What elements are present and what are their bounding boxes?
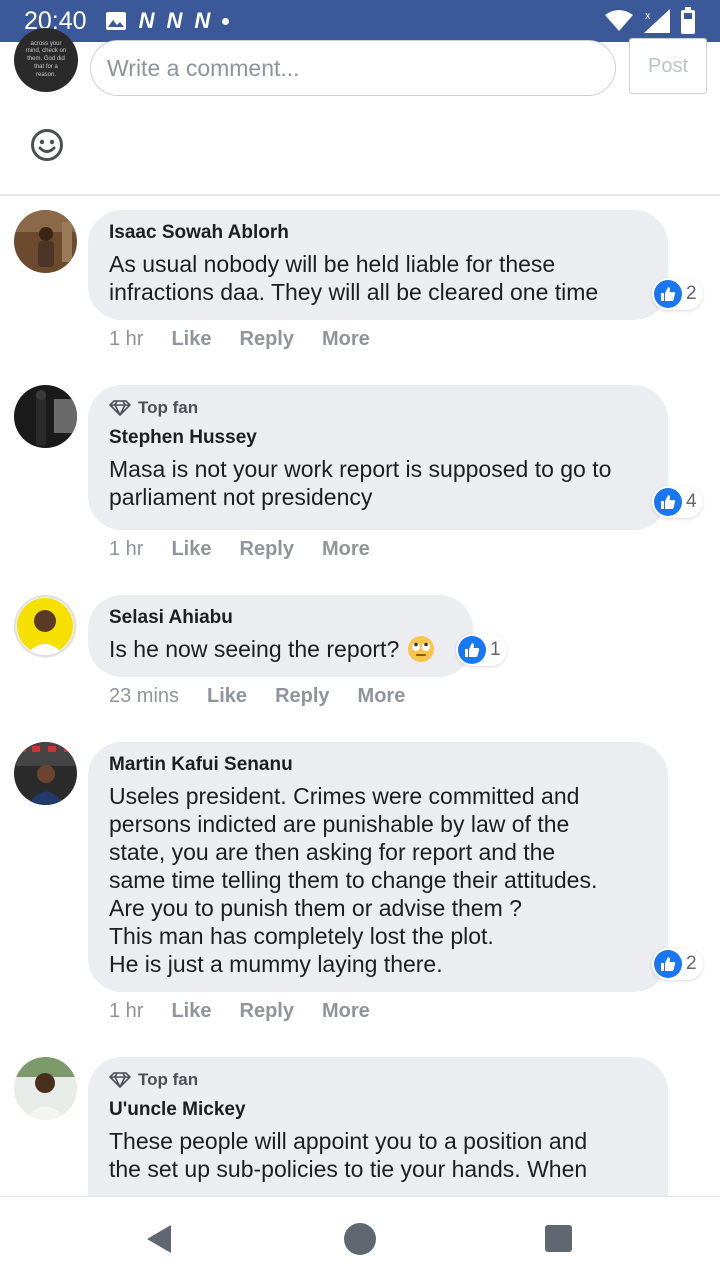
comment-actions: 23 mins Like Reply More [109,685,433,708]
comment-bubble: Martin Kafui Senanu Useles president. Cr… [88,742,668,992]
comment-time[interactable]: 1 hr [109,1000,143,1023]
top-fan-badge: Top fan [109,1067,648,1093]
comment-text: Is he now seeing the report? [109,635,453,663]
top-fan-badge: Top fan [109,395,648,421]
avatar[interactable] [14,595,77,658]
comment-text: As usual nobody will be held liable for … [109,251,599,305]
more-button[interactable]: More [322,1000,370,1023]
reply-button[interactable]: Reply [240,1000,294,1023]
like-button[interactable]: Like [207,685,247,708]
comment-actions: 1 hr Like Reply More [109,328,398,351]
comment-text: Useles president. Crimes were committed … [109,783,598,977]
more-button[interactable]: More [322,538,370,561]
like-button[interactable]: Like [171,328,211,351]
eye-roll-emoji-icon [408,636,435,662]
comment-input[interactable] [90,40,616,96]
reaction-count[interactable]: 4 [652,486,703,518]
like-reaction-icon [654,950,682,978]
comment-time[interactable]: 23 mins [109,685,179,708]
comment-actions: 1 hr Like Reply More [109,538,398,561]
reply-button[interactable]: Reply [240,328,294,351]
like-reaction-icon [458,636,486,664]
comment-time[interactable]: 1 hr [109,538,143,561]
back-icon[interactable] [146,1224,172,1254]
like-reaction-icon [654,488,682,516]
reaction-number: 2 [686,953,697,974]
more-button[interactable]: More [358,685,406,708]
navigation-bar [0,1196,720,1280]
avatar[interactable] [14,742,77,805]
current-user-avatar: across your mind, check on them. God did… [14,28,78,92]
reaction-number: 4 [686,491,697,512]
n-notification-icon: N [138,8,155,33]
like-button[interactable]: Like [171,538,211,561]
recents-icon[interactable] [545,1225,572,1252]
comment-author[interactable]: Martin Kafui Senanu [109,752,648,778]
reaction-count[interactable]: 2 [652,948,703,980]
comment-bubble: Isaac Sowah Ablorh As usual nobody will … [88,210,668,320]
comment-text: These people will appoint you to a posit… [109,1128,588,1182]
smiley-icon[interactable] [30,128,64,162]
comment-text-body: Is he now seeing the report? [109,636,400,662]
top-fan-label: Top fan [138,398,199,417]
avatar[interactable] [14,1057,77,1120]
like-reaction-icon [654,280,682,308]
post-button[interactable]: Post [629,38,707,94]
home-icon[interactable] [344,1223,376,1255]
more-button[interactable]: More [322,328,370,351]
dot-icon [222,17,230,25]
comment-author[interactable]: Selasi Ahiabu [109,605,453,631]
reaction-number: 2 [686,283,697,304]
comment-actions: 1 hr Like Reply More [109,1000,398,1023]
comment-bubble: Top fan Stephen Hussey Masa is not your … [88,385,668,530]
comment-author[interactable]: U'uncle Mickey [109,1097,648,1123]
comment-composer: across your mind, check on them. God did… [0,28,720,196]
like-button[interactable]: Like [171,1000,211,1023]
avatar-image-text: across your mind, check on them. God did… [25,40,67,78]
battery-icon [681,7,695,34]
avatar[interactable] [14,210,77,273]
comment-author[interactable]: Isaac Sowah Ablorh [109,220,648,246]
signal-icon: x [644,9,670,33]
reply-button[interactable]: Reply [240,538,294,561]
reaction-number: 1 [490,639,501,660]
comment-time[interactable]: 1 hr [109,328,143,351]
image-icon [105,12,126,30]
reaction-count[interactable]: 2 [652,278,703,310]
comment-bubble: Selasi Ahiabu Is he now seeing the repor… [88,595,473,677]
reaction-count[interactable]: 1 [456,634,507,666]
top-fan-label: Top fan [138,1070,199,1089]
reply-button[interactable]: Reply [275,685,329,708]
avatar[interactable] [14,385,77,448]
n-notification-icon: N [194,8,211,33]
svg-text:x: x [645,10,651,22]
n-notification-icon: N [166,8,183,33]
comment-author[interactable]: Stephen Hussey [109,425,648,451]
wifi-icon [605,10,633,31]
notification-icons: N N N [105,8,230,34]
system-icons: x [604,7,696,35]
status-bar: 20:40 N N N x [0,0,720,42]
comment-text: Masa is not your work report is supposed… [109,456,612,510]
diamond-icon [109,400,131,416]
diamond-icon [109,1072,131,1088]
